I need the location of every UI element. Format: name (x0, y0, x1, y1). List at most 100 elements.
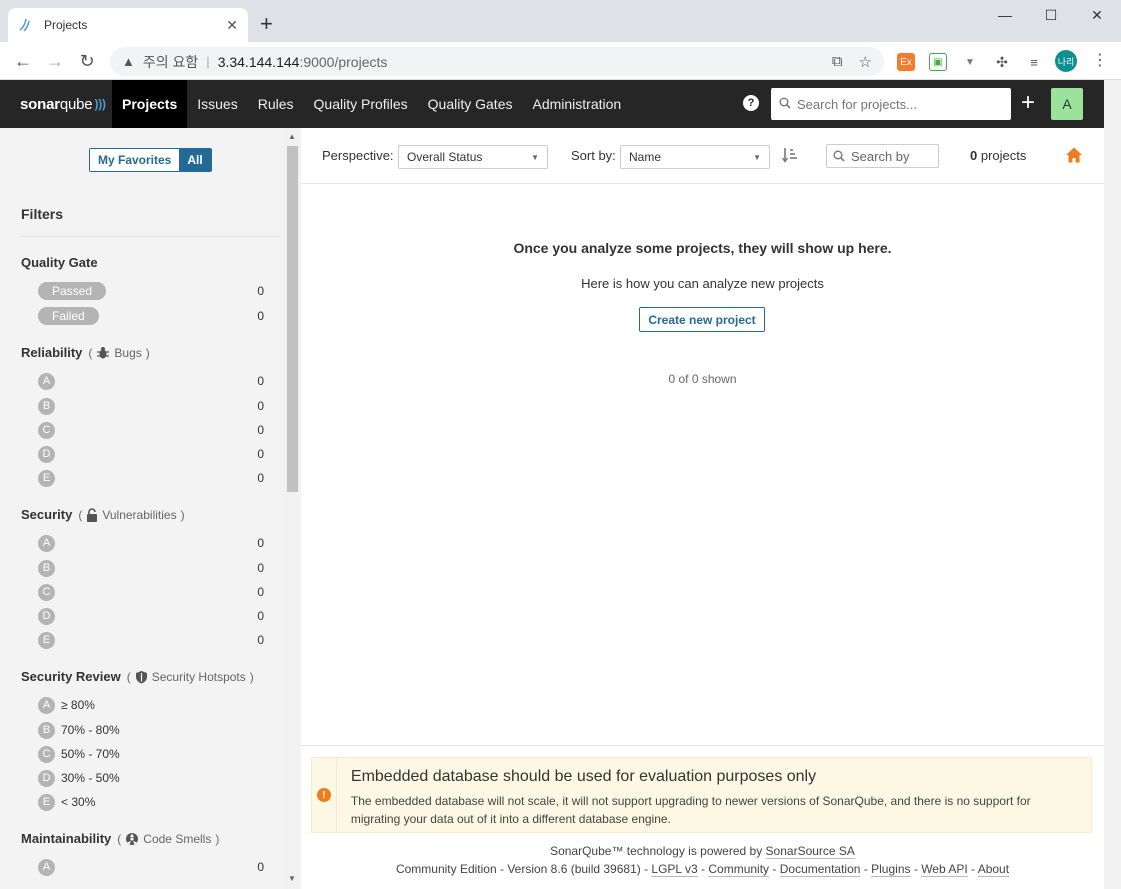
extension-icon-v[interactable]: ▼ (961, 53, 979, 71)
documentation-link[interactable]: Documentation (779, 862, 861, 877)
quality-gate-passed-row[interactable]: Passed 0 (38, 281, 264, 301)
nav-administration[interactable]: Administration (523, 80, 632, 128)
browser-toolbar: ← → ↻ ▲ 주의 요함 | 3.34.144.144 :9000/proje… (0, 42, 1121, 80)
security-review-row-b[interactable]: B 70% - 80% (38, 720, 264, 740)
footer-separator: - (971, 862, 976, 876)
url-path: :9000/projects (299, 53, 388, 70)
user-avatar[interactable]: A (1051, 88, 1083, 120)
plugins-link[interactable]: Plugins (871, 862, 911, 877)
alert-title: Embedded database should be used for eva… (350, 768, 817, 785)
security-row-b[interactable]: B0 (38, 558, 264, 578)
filter-count: 0 (257, 860, 264, 874)
shield-icon (135, 670, 147, 683)
rating-badge: A (38, 858, 55, 876)
sidebar-scrollbar[interactable]: ▲ ▼ (284, 128, 301, 889)
filter-count: 0 (257, 585, 264, 599)
window-close-icon[interactable]: ✕ (1074, 0, 1120, 30)
quality-gate-failed-row[interactable]: Failed 0 (38, 306, 264, 326)
page-scrollbar[interactable] (1104, 80, 1121, 889)
reliability-row-a[interactable]: A0 (38, 371, 264, 391)
web-api-link[interactable]: Web API (921, 862, 968, 877)
reliability-row-c[interactable]: C0 (38, 420, 264, 440)
create-plus-icon[interactable]: + (1021, 90, 1035, 116)
embedded-db-warning: ! Embedded database should be used for e… (311, 757, 1092, 833)
bug-icon (97, 346, 110, 358)
security-row-a[interactable]: A0 (38, 533, 264, 553)
sort-select[interactable]: Name ▼ (620, 145, 770, 169)
filter-count: 0 (257, 471, 264, 485)
forward-icon[interactable]: → (44, 50, 66, 72)
scroll-up-icon[interactable]: ▲ (288, 132, 296, 141)
maintainability-row-a[interactable]: A0 (38, 857, 264, 877)
nav-projects[interactable]: Projects (112, 80, 188, 128)
extensions-puzzle-icon[interactable]: ✣ (993, 53, 1011, 71)
footer-separator: - (863, 862, 868, 876)
community-link[interactable]: Community (708, 862, 770, 877)
create-new-project-button[interactable]: Create new project (639, 307, 765, 332)
sonarqube-favicon-icon (18, 17, 34, 33)
all-button[interactable]: All (179, 149, 211, 171)
security-row-e[interactable]: E0 (38, 630, 264, 650)
security-row-d[interactable]: D0 (38, 606, 264, 626)
alert-icon-column: ! (312, 758, 337, 832)
sidebar-scrollbar-thumb[interactable] (287, 146, 298, 492)
profile-avatar[interactable]: 나리 (1055, 50, 1077, 72)
minimize-icon[interactable]: — (982, 0, 1028, 30)
help-icon[interactable]: ? (743, 95, 759, 111)
reliability-row-b[interactable]: B0 (38, 396, 264, 416)
quality-gate-title: Quality Gate (21, 255, 98, 270)
home-icon[interactable] (1065, 146, 1083, 164)
paren-open: ( (126, 669, 131, 684)
scroll-down-icon[interactable]: ▼ (288, 874, 296, 883)
about-link[interactable]: About (977, 862, 1010, 877)
close-tab-icon[interactable]: ✕ (226, 17, 238, 34)
footer-powered: SonarQube™ technology is powered by Sona… (301, 844, 1104, 859)
paren-close: ) (180, 507, 185, 522)
passed-pill: Passed (38, 282, 107, 300)
maintainability-heading: Maintainability ( Code Smells ) (21, 831, 219, 846)
reload-icon[interactable]: ↻ (76, 50, 98, 72)
rating-badge: D (38, 445, 55, 463)
empty-state-subtitle: Here is how you can analyze new projects (581, 276, 824, 291)
nav-quality-gates[interactable]: Quality Gates (418, 80, 523, 128)
bookmark-star-icon[interactable]: ☆ (859, 53, 872, 71)
sonarqube-logo[interactable]: sonar qube ))) (0, 80, 112, 128)
global-search[interactable] (771, 88, 1011, 120)
failed-pill: Failed (38, 307, 99, 325)
perspective-select[interactable]: Overall Status ▼ (398, 145, 548, 169)
security-review-row-a[interactable]: A ≥ 80% (38, 695, 264, 715)
extension-icon-green[interactable]: ▣ (929, 53, 947, 71)
nav-rules[interactable]: Rules (248, 80, 304, 128)
filter-count: 0 (257, 284, 264, 298)
media-control-icon[interactable]: ≡ (1025, 53, 1043, 71)
translate-icon[interactable]: ⧉ (832, 53, 843, 71)
nav-quality-profiles[interactable]: Quality Profiles (304, 80, 418, 128)
reliability-row-d[interactable]: D0 (38, 444, 264, 464)
filter-count: 0 (257, 609, 264, 623)
extension-icon-orange[interactable]: Ex (897, 53, 915, 71)
browser-menu-icon[interactable]: ⋮ (1092, 50, 1108, 70)
filter-count: 0 (257, 536, 264, 550)
security-row-c[interactable]: C0 (38, 582, 264, 602)
address-bar[interactable]: ▲ 주의 요함 | 3.34.144.144 :9000/projects ⧉ … (110, 47, 884, 76)
nav-issues[interactable]: Issues (187, 80, 247, 128)
new-tab-icon[interactable]: + (260, 12, 273, 36)
security-review-row-e[interactable]: E < 30% (38, 792, 264, 812)
global-search-input[interactable] (797, 96, 1003, 112)
maximize-icon[interactable]: ☐ (1028, 0, 1074, 30)
filter-count: 0 (257, 399, 264, 413)
back-icon[interactable]: ← (12, 50, 34, 72)
project-search-input[interactable]: Search by (826, 144, 939, 168)
reliability-row-e[interactable]: E0 (38, 468, 264, 488)
security-review-row-d[interactable]: D 30% - 50% (38, 768, 264, 788)
my-favorites-button[interactable]: My Favorites (90, 149, 180, 171)
footer-edition: Community Edition - Version 8.6 (build 3… (395, 862, 649, 876)
sonarsource-link[interactable]: SonarSource SA (765, 844, 855, 859)
security-review-row-c[interactable]: C 50% - 70% (38, 744, 264, 764)
filters-title: Filters (21, 206, 64, 222)
projects-count-label: projects (980, 148, 1027, 163)
logo-text-sub: qube (59, 95, 93, 113)
browser-tab[interactable]: Projects ✕ (8, 8, 248, 42)
sort-direction-icon[interactable] (781, 147, 798, 167)
license-link[interactable]: LGPL v3 (651, 862, 698, 877)
